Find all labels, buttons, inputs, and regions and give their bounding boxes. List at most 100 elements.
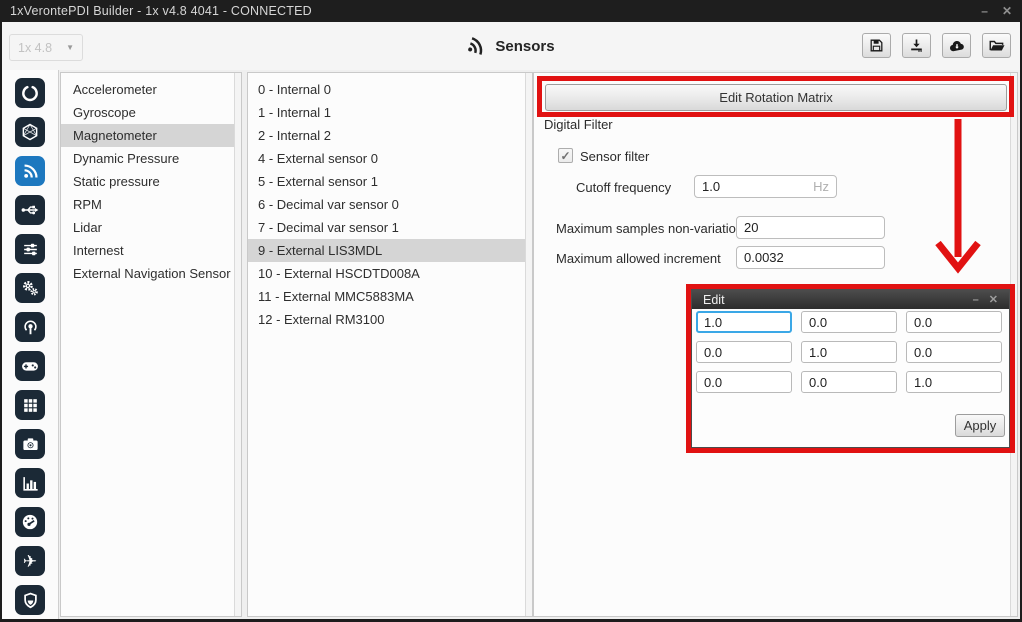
- nav-camera-button[interactable]: [15, 429, 45, 459]
- toolbar-buttons: [862, 33, 1011, 58]
- sliders-icon: [21, 240, 40, 259]
- cutoff-frequency-label: Cutoff frequency: [576, 180, 671, 195]
- sensor-type-item[interactable]: Dynamic Pressure: [61, 147, 241, 170]
- matrix-cell-2-0[interactable]: [696, 371, 792, 393]
- sensor-type-item[interactable]: External Navigation Sensor: [61, 262, 241, 285]
- sensor-type-list: Accelerometer Gyroscope Magnetometer Dyn…: [61, 73, 241, 285]
- podcast-icon: [21, 318, 40, 337]
- sensor-type-item[interactable]: Accelerometer: [61, 78, 241, 101]
- signal-icon: [21, 162, 40, 181]
- floppy-disk-icon: [868, 37, 885, 54]
- matrix-cell-1-1[interactable]: [801, 341, 897, 363]
- save-button[interactable]: [862, 33, 891, 58]
- sensor-item[interactable]: 1 - Internal 1: [248, 101, 532, 124]
- window-title: 1xVerontePDI Builder - 1x v4.8 4041 - CO…: [10, 4, 967, 18]
- nav-gears-button[interactable]: [15, 273, 45, 303]
- nav-signal-button[interactable]: [15, 156, 45, 186]
- sensor-type-item[interactable]: Internest: [61, 239, 241, 262]
- edit-matrix-dialog: Edit – ✕ Apply: [691, 289, 1010, 448]
- nav-shield-button[interactable]: [15, 585, 45, 615]
- chevron-down-icon: ▼: [66, 43, 74, 52]
- nav-gauge-button[interactable]: [15, 507, 45, 537]
- gamepad-icon: [20, 356, 40, 376]
- nav-gamepad-button[interactable]: [15, 351, 45, 381]
- version-dropdown[interactable]: 1x 4.8 ▼: [9, 34, 83, 61]
- sensor-item[interactable]: 2 - Internal 2: [248, 124, 532, 147]
- max-increment-input[interactable]: [736, 246, 885, 269]
- sensor-item[interactable]: 7 - Decimal var sensor 1: [248, 216, 532, 239]
- edit-dialog-titlebar[interactable]: Edit – ✕: [692, 290, 1009, 309]
- sensor-list: 0 - Internal 0 1 - Internal 1 2 - Intern…: [248, 73, 532, 331]
- gauge-icon: [20, 512, 40, 532]
- nav-airplane-button[interactable]: ✈: [15, 546, 45, 576]
- matrix-cell-0-1[interactable]: [801, 311, 897, 333]
- max-samples-input[interactable]: [736, 216, 885, 239]
- cutoff-frequency-input[interactable]: [694, 175, 837, 198]
- sensor-item[interactable]: 0 - Internal 0: [248, 78, 532, 101]
- matrix-cell-0-0[interactable]: [696, 311, 792, 333]
- page-title-text: Sensors: [495, 38, 554, 55]
- max-samples-label: Maximum samples non-variation: [556, 221, 743, 236]
- matrix-cell-2-1[interactable]: [801, 371, 897, 393]
- sensor-item[interactable]: 12 - External RM3100: [248, 308, 532, 331]
- version-dropdown-value: 1x 4.8: [18, 41, 52, 55]
- edit-dialog-title: Edit: [703, 293, 963, 307]
- sensor-list-panel: 0 - Internal 0 1 - Internal 1 2 - Intern…: [247, 72, 533, 617]
- download-icon: [908, 37, 925, 54]
- matrix-cell-1-2[interactable]: [906, 341, 1002, 363]
- dialog-minimize-button[interactable]: –: [973, 294, 979, 306]
- scrollbar-track[interactable]: [1010, 73, 1017, 616]
- download-button[interactable]: [902, 33, 931, 58]
- sensor-item[interactable]: 4 - External sensor 0: [248, 147, 532, 170]
- scrollbar-track[interactable]: [234, 73, 241, 616]
- matrix-cell-1-0[interactable]: [696, 341, 792, 363]
- cloud-download-button[interactable]: [942, 33, 971, 58]
- sensor-filter-label: Sensor filter: [580, 149, 649, 164]
- nav-usb-button[interactable]: [15, 195, 45, 225]
- checkbox-check-icon: ✓: [560, 149, 570, 163]
- shield-icon: [21, 591, 40, 610]
- nav-rail: ✈: [2, 70, 59, 619]
- ring-icon: [20, 83, 40, 103]
- sensor-type-item-selected[interactable]: Magnetometer: [61, 124, 241, 147]
- edit-rotation-matrix-button[interactable]: Edit Rotation Matrix: [545, 84, 1007, 111]
- signal-icon: [465, 33, 490, 58]
- nav-podcast-button[interactable]: [15, 312, 45, 342]
- bar-chart-icon: [21, 474, 40, 493]
- window-titlebar: 1xVerontePDI Builder - 1x v4.8 4041 - CO…: [0, 0, 1022, 22]
- nav-hexagon-mesh-button[interactable]: [15, 117, 45, 147]
- folder-open-icon: [988, 37, 1006, 55]
- nav-bar-chart-button[interactable]: [15, 468, 45, 498]
- camera-icon: [21, 435, 40, 454]
- window-close-button[interactable]: ✕: [1002, 4, 1012, 18]
- toolbar: 1x 4.8 ▼ Sensors: [2, 22, 1020, 70]
- sensor-item[interactable]: 5 - External sensor 1: [248, 170, 532, 193]
- sensor-type-item[interactable]: Static pressure: [61, 170, 241, 193]
- digital-filter-label: Digital Filter: [544, 117, 613, 132]
- matrix-cell-2-2[interactable]: [906, 371, 1002, 393]
- nav-ring-button[interactable]: [15, 78, 45, 108]
- gears-icon: [20, 278, 40, 298]
- sensor-filter-checkbox[interactable]: ✓: [558, 148, 573, 163]
- sensor-item-selected[interactable]: 9 - External LIS3MDL: [248, 239, 532, 262]
- sensor-item[interactable]: 11 - External MMC5883MA: [248, 285, 532, 308]
- app-window: { "window": { "title": "1xVerontePDI Bui…: [0, 0, 1022, 622]
- cutoff-frequency-field-wrap: Hz: [694, 175, 837, 198]
- scrollbar-track[interactable]: [525, 73, 532, 616]
- sensor-type-item[interactable]: RPM: [61, 193, 241, 216]
- sensor-type-item[interactable]: Gyroscope: [61, 101, 241, 124]
- grid-icon: [21, 396, 40, 415]
- sensor-type-item[interactable]: Lidar: [61, 216, 241, 239]
- dialog-close-button[interactable]: ✕: [989, 293, 998, 306]
- hexagon-mesh-icon: [20, 122, 40, 142]
- sensor-item[interactable]: 6 - Decimal var sensor 0: [248, 193, 532, 216]
- matrix-cell-0-2[interactable]: [906, 311, 1002, 333]
- nav-grid-button[interactable]: [15, 390, 45, 420]
- sensor-item[interactable]: 10 - External HSCDTD008A: [248, 262, 532, 285]
- nav-sliders-button[interactable]: [15, 234, 45, 264]
- max-increment-label: Maximum allowed increment: [556, 251, 721, 266]
- window-minimize-button[interactable]: –: [981, 4, 988, 18]
- open-folder-button[interactable]: [982, 33, 1011, 58]
- apply-button[interactable]: Apply: [955, 414, 1005, 437]
- airplane-icon: ✈: [23, 553, 37, 570]
